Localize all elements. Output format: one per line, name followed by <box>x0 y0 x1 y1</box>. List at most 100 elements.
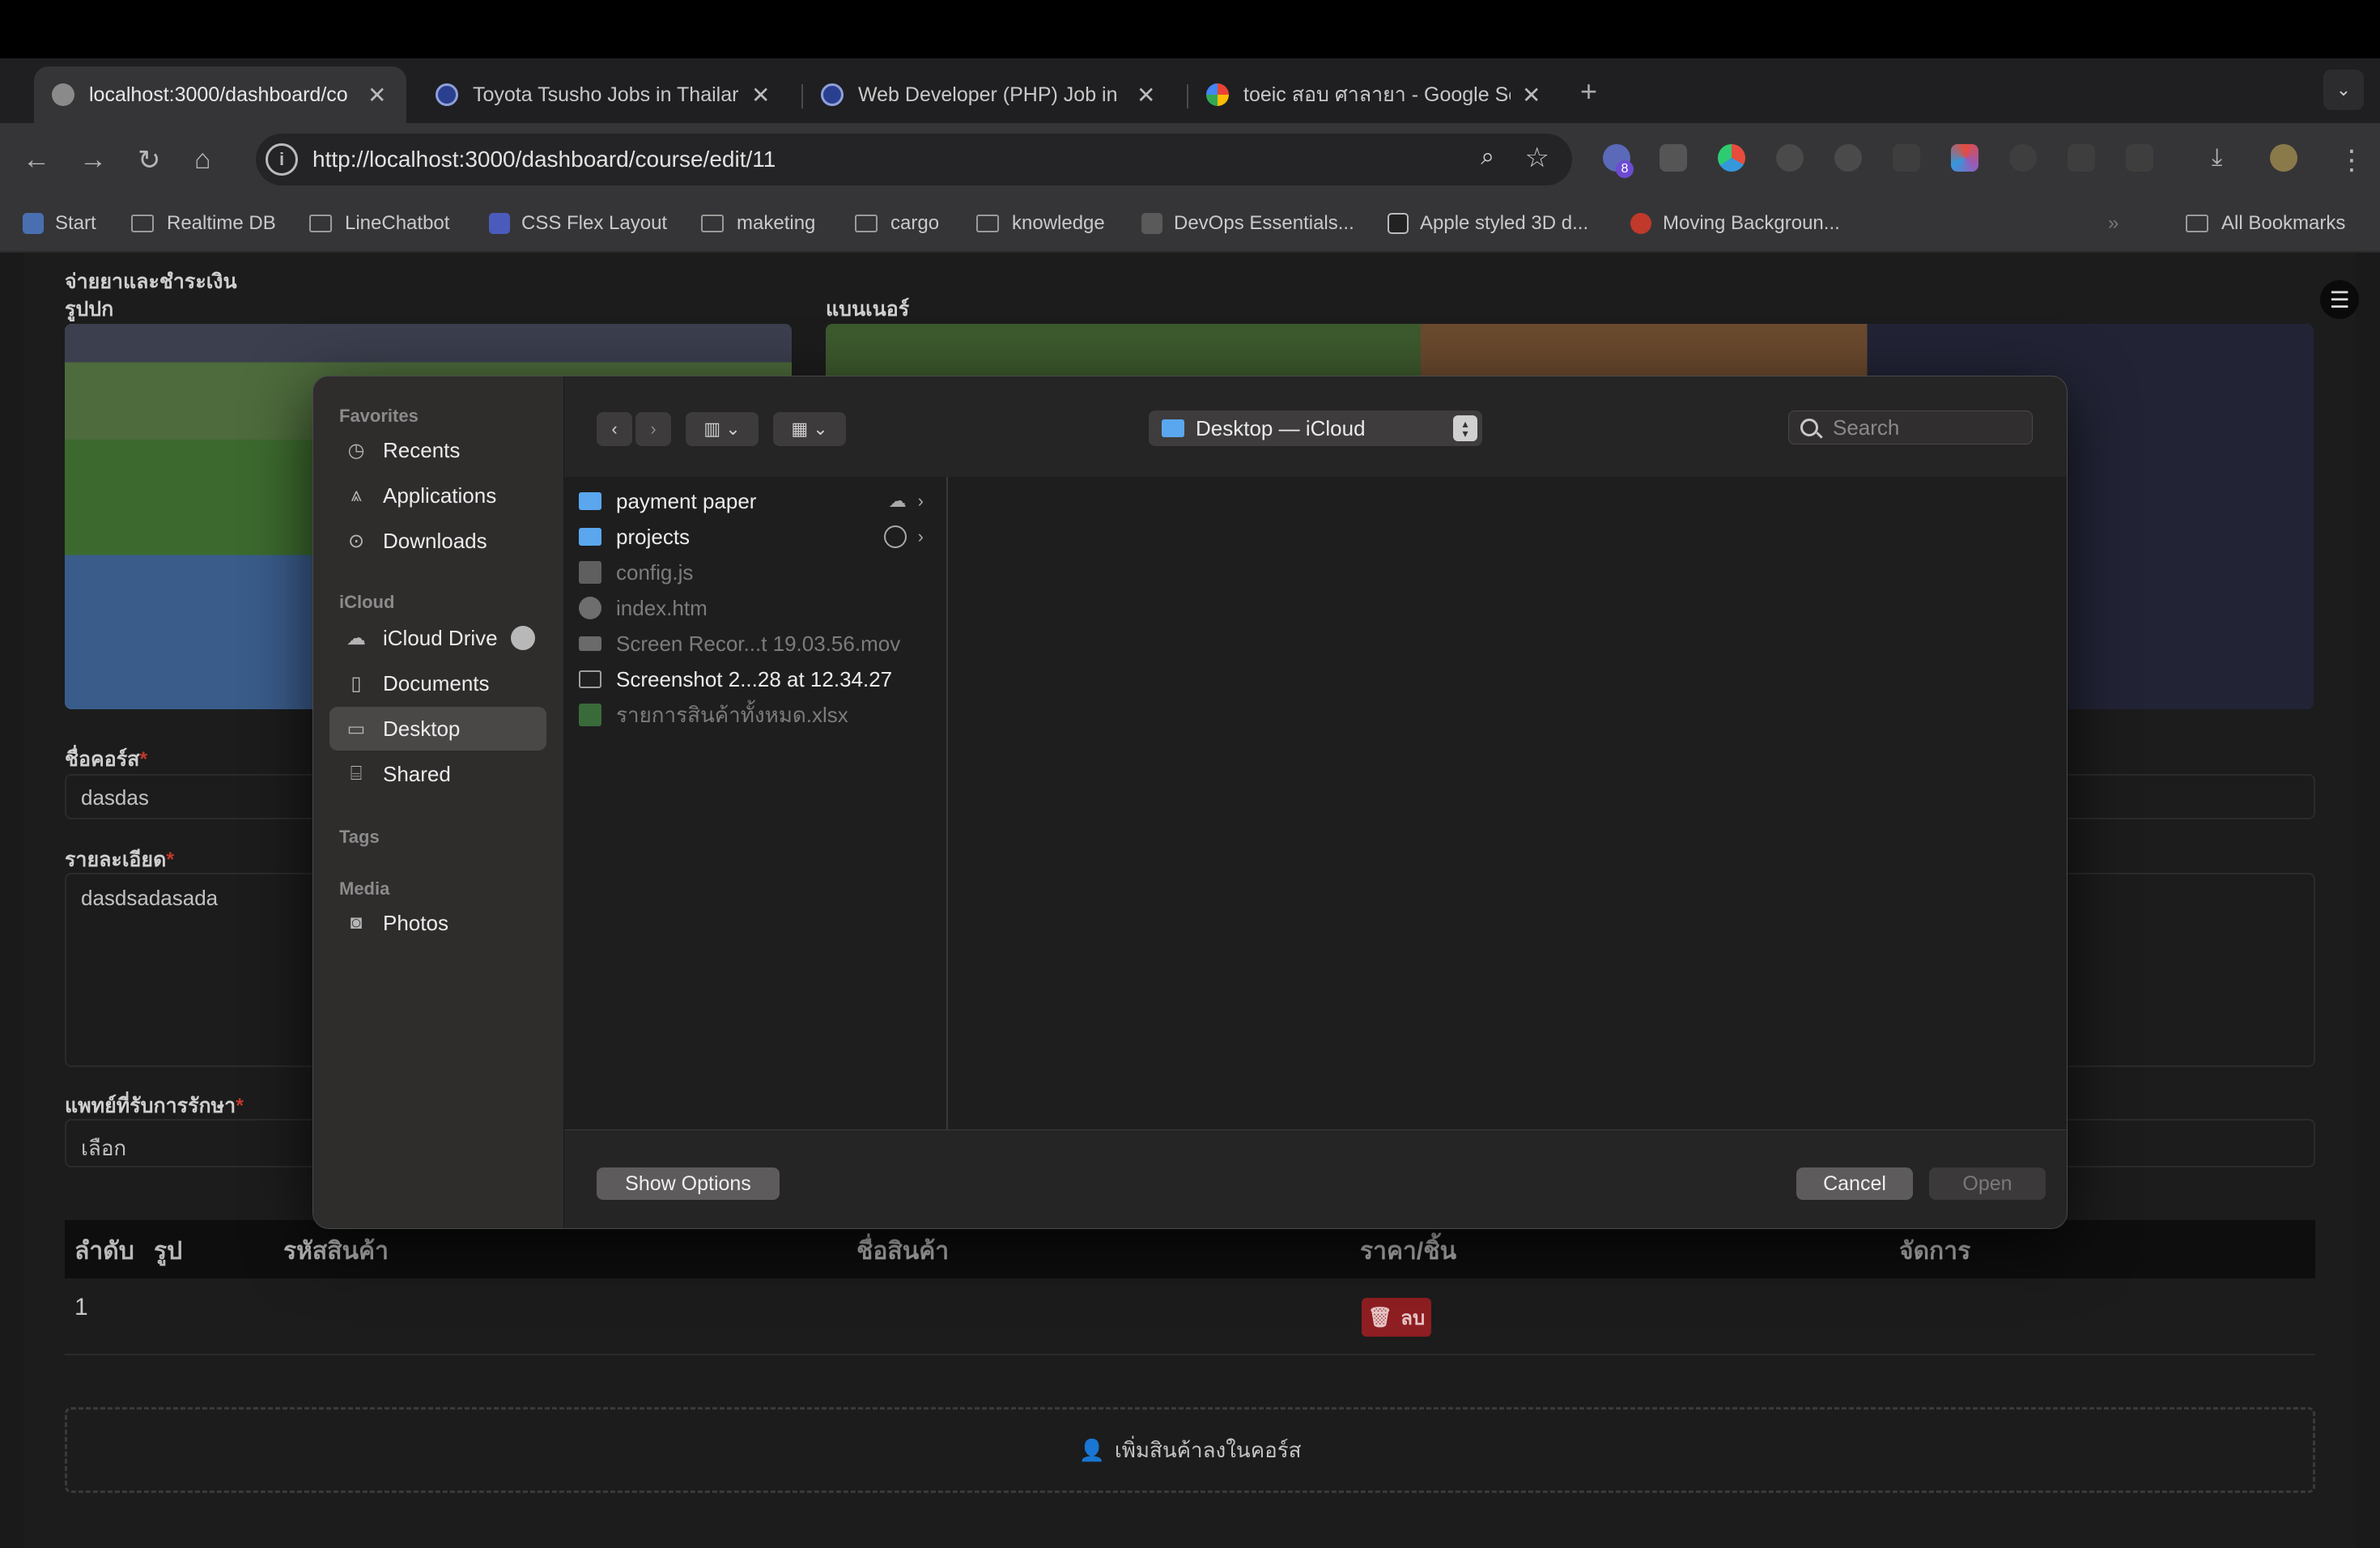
puzzle-extensions-icon[interactable] <box>2126 144 2153 172</box>
tab-strip: localhost:3000/dashboard/co ✕ Toyota Tsu… <box>0 58 2380 123</box>
tab-google-search[interactable]: toeic สอบ ศาลายา - Google Se ✕ <box>1188 66 1561 123</box>
view-mode-button[interactable]: ▥ ⌄ <box>686 412 759 446</box>
col-price: ราคา/ชิ้น <box>1360 1238 1457 1265</box>
color-extension-icon[interactable] <box>1718 144 1745 172</box>
sync-status-icon <box>511 626 535 650</box>
required-mark: * <box>139 748 148 771</box>
bookmark-folder-cargo[interactable]: cargo <box>855 212 939 235</box>
sidebar-item-label: Downloads <box>383 528 487 553</box>
sidebar-item-downloads[interactable]: ⊙ Downloads <box>329 519 546 563</box>
sidebar-item-recents[interactable]: ◷ Recents <box>329 428 546 472</box>
cancel-button[interactable]: Cancel <box>1796 1167 1913 1200</box>
search-input[interactable] <box>1833 415 2019 440</box>
file-row-index-htm[interactable]: index.htm <box>579 592 935 624</box>
required-mark: * <box>166 848 175 871</box>
bookmark-label: maketing <box>737 212 816 234</box>
address-bar[interactable]: i http://localhost:3000/dashboard/course… <box>256 134 1572 185</box>
bookmark-apple-3d[interactable]: Apple styled 3D d... <box>1388 212 1588 235</box>
delete-button[interactable]: 🗑 ลบ <box>1362 1298 1431 1337</box>
sidebar-item-photos[interactable]: ◙ Photos <box>329 901 546 945</box>
address-url[interactable]: http://localhost:3000/dashboard/course/e… <box>312 147 776 172</box>
close-tab-icon[interactable]: ✕ <box>1137 82 1155 108</box>
bookmark-label: cargo <box>890 212 940 234</box>
show-options-button[interactable]: Show Options <box>597 1167 780 1200</box>
close-tab-icon[interactable]: ✕ <box>1522 82 1541 108</box>
sidebar-item-shared[interactable]: ⌸ Shared <box>329 752 546 796</box>
bookmark-star-icon[interactable]: ☆ <box>1525 142 1549 174</box>
tab-toyota[interactable]: Toyota Tsusho Jobs in Thailar ✕ <box>418 66 790 123</box>
file-row-payment-paper[interactable]: payment paper ☁ › <box>579 485 935 517</box>
group-by-button[interactable]: ▦ ⌄ <box>773 412 846 446</box>
bookmark-label: knowledge <box>1012 212 1105 234</box>
download-icon[interactable]: ⤓ <box>2212 144 2222 172</box>
picker-extension-icon[interactable] <box>1951 144 1978 172</box>
back-chevron-icon[interactable]: ‹ <box>597 412 632 446</box>
spreadsheet-file-icon <box>579 704 601 726</box>
menu-icon[interactable]: ☰ <box>2320 280 2359 319</box>
bookmark-label: Start <box>55 212 96 234</box>
file-row-xlsx[interactable]: รายการสินค้าทั้งหมด.xlsx <box>579 699 935 731</box>
tab-title: toeic สอบ ศาลายา - Google Se <box>1243 83 1511 106</box>
search-field[interactable] <box>1788 410 2033 444</box>
bookmark-devops[interactable]: DevOps Essentials... <box>1141 212 1354 235</box>
sidebar-item-label: iCloud Drive <box>383 625 498 650</box>
file-row-screen-recording[interactable]: Screen Recor...t 19.03.56.mov <box>579 627 935 660</box>
tab-title: localhost:3000/dashboard/co <box>89 83 348 106</box>
bookmarks-overflow-icon[interactable]: » <box>2108 212 2119 235</box>
sidebar-item-applications[interactable]: ⩓ Applications <box>329 474 546 517</box>
bookmark-folder-linechatbot[interactable]: LineChatbot <box>309 212 449 235</box>
new-tab-button[interactable]: + <box>1580 74 1597 108</box>
reload-icon[interactable]: ↻ <box>138 144 161 176</box>
download-circle-icon: ⊙ <box>347 529 365 552</box>
all-bookmarks[interactable]: All Bookmarks <box>2186 212 2345 235</box>
tab-search-chevron-icon[interactable]: ⌄ <box>2323 70 2364 110</box>
bookmark-moving-background[interactable]: Moving Backgroun... <box>1630 212 1840 235</box>
open-button[interactable]: Open <box>1929 1167 2046 1200</box>
compass-extension-icon[interactable] <box>2009 144 2037 172</box>
back-arrow-icon[interactable]: ← <box>23 144 50 176</box>
forward-arrow-icon[interactable]: → <box>79 144 107 176</box>
forward-chevron-icon[interactable]: › <box>635 412 671 446</box>
camera-extension-icon[interactable] <box>2068 144 2095 172</box>
bookmark-folder-maketing[interactable]: maketing <box>701 212 815 235</box>
file-row-projects[interactable]: projects › <box>579 521 935 553</box>
profile-avatar[interactable] <box>2270 144 2297 172</box>
bookmark-start[interactable]: Start <box>23 212 96 235</box>
location-popup[interactable]: Desktop — iCloud ▴ ▾ <box>1149 410 1482 446</box>
row-status: › <box>883 525 924 548</box>
font-extension-icon[interactable] <box>1660 144 1687 172</box>
close-tab-icon[interactable]: ✕ <box>368 82 386 108</box>
applications-icon: ⩓ <box>351 484 362 506</box>
doctor-select-value: เลือก <box>81 1136 127 1160</box>
file-name: รายการสินค้าทั้งหมด.xlsx <box>616 702 848 727</box>
tab-web-developer[interactable]: Web Developer (PHP) Job in ✕ <box>803 66 1175 123</box>
cloud-icon: ☁ <box>346 627 366 649</box>
zoom-icon[interactable]: ⌕ <box>1481 143 1494 171</box>
file-row-screenshot[interactable]: Screenshot 2...28 at 12.34.27 <box>579 663 935 695</box>
bookmark-folder-realtime-db[interactable]: Realtime DB <box>131 212 276 235</box>
kebab-menu-icon[interactable]: ⋮ <box>2338 144 2365 176</box>
cloud-upload-icon: ☁ <box>888 491 907 511</box>
row-divider <box>65 1354 2315 1355</box>
file-row-config-js[interactable]: config.js <box>579 556 935 589</box>
bookmark-folder-knowledge[interactable]: knowledge <box>976 212 1105 235</box>
sidebar-item-documents[interactable]: ▯ Documents <box>329 661 546 705</box>
wireless-extension-icon[interactable] <box>1893 144 1920 172</box>
close-tab-icon[interactable]: ✕ <box>751 82 770 108</box>
site-info-icon[interactable]: i <box>266 143 298 176</box>
sidebar-item-icloud-drive[interactable]: ☁ iCloud Drive <box>329 616 546 660</box>
bookmark-css-flex[interactable]: CSS Flex Layout <box>489 212 667 235</box>
file-name: projects <box>616 524 691 549</box>
thumbnail-label: รูปปก <box>65 298 114 321</box>
home-icon[interactable]: ⌂ <box>194 144 211 176</box>
bug-extension-icon[interactable] <box>1776 144 1804 172</box>
tab-localhost[interactable]: localhost:3000/dashboard/co ✕ <box>34 66 406 123</box>
bookmark-label: LineChatbot <box>345 212 450 234</box>
sidebar-item-label: Recents <box>383 437 461 462</box>
beetle-extension-icon[interactable] <box>1834 144 1862 172</box>
bookmark-icon <box>1630 213 1651 234</box>
add-product-button[interactable]: 👤 เพิ่มสินค้าลงในคอร์ส <box>65 1407 2315 1493</box>
document-icon: ▯ <box>351 672 362 695</box>
chevron-right-icon: › <box>917 526 924 546</box>
sidebar-item-desktop[interactable]: ▭ Desktop <box>329 707 546 751</box>
